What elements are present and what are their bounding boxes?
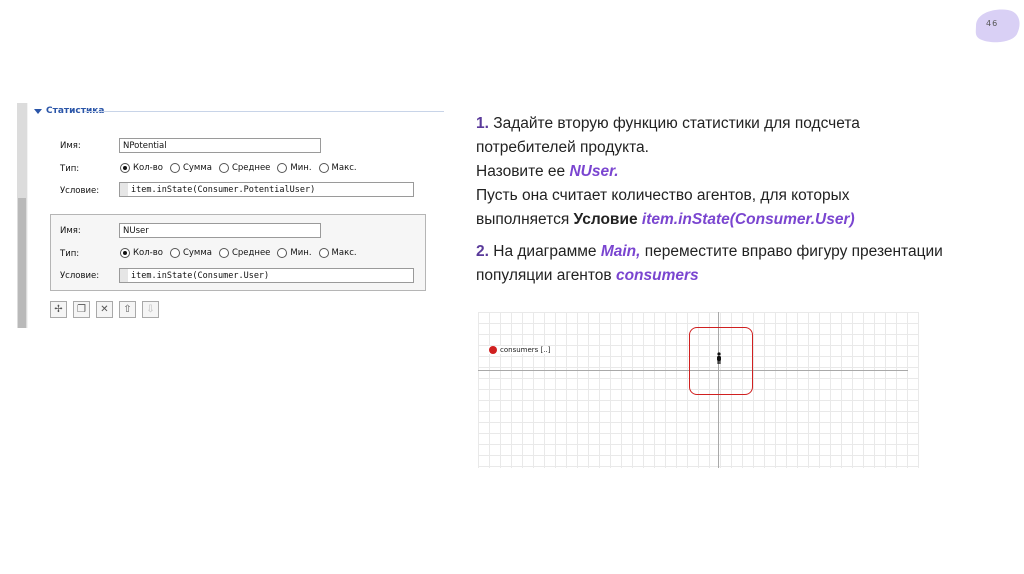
code-gutter <box>120 183 128 196</box>
scrollbar-thumb[interactable] <box>18 198 26 328</box>
radio-circle[interactable] <box>318 163 329 173</box>
radio-circle[interactable] <box>169 248 180 258</box>
stat2-radio-sum[interactable]: Сумма <box>169 248 212 258</box>
radio-circle[interactable] <box>277 248 288 258</box>
radio-label-sum: Сумма <box>182 248 212 258</box>
delete-icon: ✕ <box>100 304 109 315</box>
condition-label: Условие: <box>60 271 100 281</box>
radio-label-max: Макс. <box>331 163 357 173</box>
name-label: Имя: <box>60 141 81 151</box>
page-number: 46 <box>986 19 999 28</box>
step1-name-prefix: Назовите ее <box>476 163 570 180</box>
main-diagram-canvas[interactable]: consumers [..] <box>478 312 919 468</box>
stat2-radio-min[interactable]: Мин. <box>277 248 312 258</box>
step2-main-name: Main, <box>600 243 641 260</box>
type-label: Тип: <box>60 164 80 174</box>
step1-stat-name: NUser. <box>569 163 619 180</box>
panel-scrollbar[interactable] <box>17 103 27 328</box>
radio-label-mean: Среднее <box>231 248 271 258</box>
copy-button[interactable]: ❐ <box>73 301 90 318</box>
population-label-text: consumers [..] <box>500 346 551 354</box>
stat2-radio-mean[interactable]: Среднее <box>218 248 271 258</box>
radio-label-sum: Сумма <box>182 163 212 173</box>
stat2-condition-code: item.inState(Consumer.User) <box>131 271 270 281</box>
radio-label-count: Кол-во <box>133 163 163 173</box>
arrow-up-icon: ⇧ <box>123 304 132 315</box>
stat1-type-radio-group: Кол-во Сумма Среднее Мин. Макс. <box>120 163 364 173</box>
stat1-radio-mean[interactable]: Среднее <box>218 163 271 173</box>
radio-label-max: Макс. <box>331 248 357 258</box>
section-divider <box>84 111 444 112</box>
name-label: Имя: <box>60 226 81 236</box>
radio-circle[interactable] <box>169 163 180 173</box>
radio-circle-selected[interactable] <box>120 248 130 258</box>
stat1-radio-count[interactable]: Кол-во <box>120 163 163 173</box>
stat2-type-radio-group: Кол-во Сумма Среднее Мин. Макс. <box>120 248 364 258</box>
step2-text-a: На диаграмме <box>488 243 601 260</box>
population-icon <box>489 346 497 354</box>
condition-label: Условие: <box>60 186 100 196</box>
radio-circle[interactable] <box>218 163 229 173</box>
stat1-radio-min[interactable]: Мин. <box>277 163 312 173</box>
step1-number: 1. <box>476 115 489 132</box>
step1-condition-code: item.inState(Consumer.User) <box>641 211 855 228</box>
stat2-condition-field[interactable]: item.inState(Consumer.User) <box>119 268 414 283</box>
add-icon: ✢ <box>54 304 63 315</box>
stat2-name-field[interactable]: NUser <box>119 223 321 238</box>
radio-label-min: Мин. <box>290 163 312 173</box>
stat2-radio-max[interactable]: Макс. <box>318 248 357 258</box>
step2-number: 2. <box>476 243 489 260</box>
step1-condition-word: Условие <box>573 211 642 228</box>
radio-circle[interactable] <box>277 163 288 173</box>
instruction-step-1: 1. Задайте вторую функцию статистики для… <box>476 112 946 232</box>
step2-consumers-name: consumers <box>615 267 699 284</box>
step1-text: Задайте вторую функцию статистики для по… <box>476 115 860 156</box>
instruction-step-2: 2. На диаграмме Main, переместите вправо… <box>476 240 946 288</box>
type-label: Тип: <box>60 249 80 259</box>
delete-button[interactable]: ✕ <box>96 301 113 318</box>
consumers-population-label[interactable]: consumers [..] <box>489 346 551 354</box>
radio-circle-selected[interactable] <box>120 163 130 173</box>
radio-label-min: Мин. <box>290 248 312 258</box>
add-button[interactable]: ✢ <box>50 301 67 318</box>
radio-label-mean: Среднее <box>231 163 271 173</box>
stat1-radio-sum[interactable]: Сумма <box>169 163 212 173</box>
copy-icon: ❐ <box>77 304 86 315</box>
collapse-triangle-icon[interactable] <box>34 108 42 114</box>
radio-circle[interactable] <box>318 248 329 258</box>
arrow-down-icon: ⇩ <box>146 304 155 315</box>
stat1-condition-field[interactable]: item.inState(Consumer.PotentialUser) <box>119 182 414 197</box>
stat1-name-field[interactable]: NPotential <box>119 138 321 153</box>
radio-circle[interactable] <box>218 248 229 258</box>
stat2-radio-count[interactable]: Кол-во <box>120 248 163 258</box>
stat1-condition-code: item.inState(Consumer.PotentialUser) <box>131 185 316 195</box>
agent-person-icon <box>717 352 721 364</box>
code-gutter <box>120 269 128 282</box>
stat1-radio-max[interactable]: Макс. <box>318 163 357 173</box>
move-up-button[interactable]: ⇧ <box>119 301 136 318</box>
move-down-button[interactable]: ⇩ <box>142 301 159 318</box>
radio-label-count: Кол-во <box>133 248 163 258</box>
